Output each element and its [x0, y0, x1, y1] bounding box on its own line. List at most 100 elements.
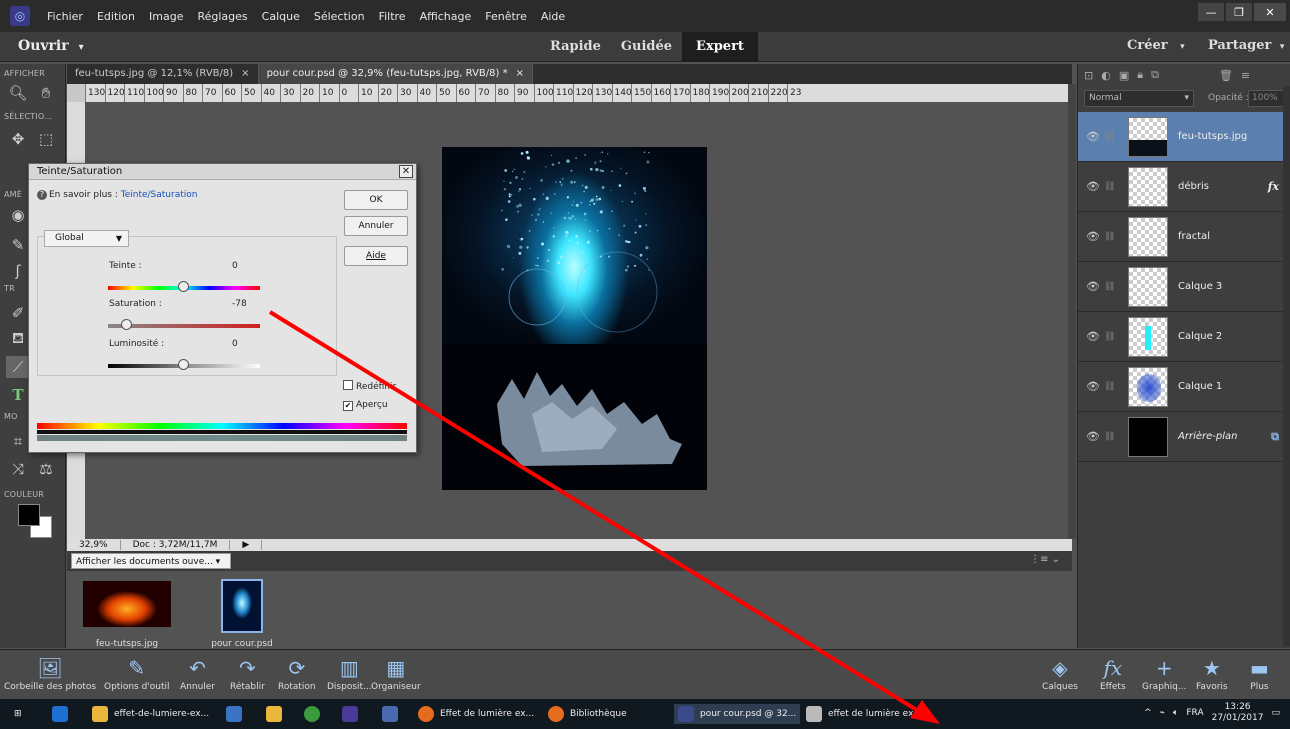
- menu-image[interactable]: Image: [142, 10, 190, 23]
- organizer-button[interactable]: ▦ Organiseur: [371, 654, 421, 692]
- network-icon[interactable]: ⌁: [1160, 708, 1165, 718]
- opacity-input[interactable]: 100%: [1248, 90, 1286, 107]
- channel-select[interactable]: Global ▼: [44, 230, 129, 247]
- cancel-button[interactable]: Annuler: [344, 216, 408, 236]
- trash-icon[interactable]: 🗑︎: [1219, 69, 1233, 82]
- eye-icon[interactable]: 👁︎: [1082, 330, 1104, 343]
- create-button[interactable]: Créer ▾: [1127, 38, 1185, 53]
- graphics-button[interactable]: + Graphiq...: [1142, 654, 1186, 692]
- layers-button[interactable]: ◈ Calques: [1042, 654, 1078, 692]
- hue-slider-knob[interactable]: [178, 281, 189, 292]
- move-tool-icon[interactable]: ✥: [6, 128, 30, 150]
- layout-button[interactable]: ▥ Disposit...: [327, 654, 372, 692]
- brush-enhance-tool-icon[interactable]: ✎: [6, 234, 30, 256]
- app-icon[interactable]: ◎: [10, 6, 30, 26]
- bin-menu-icon[interactable]: ⋮≡ ⌄: [1030, 554, 1060, 565]
- eye-icon[interactable]: 👁︎: [1082, 380, 1104, 393]
- preview-checkbox[interactable]: ✔ Aperçu: [343, 400, 388, 411]
- taskbar-app-1[interactable]: [52, 704, 74, 724]
- layer-row-feu-tutsps[interactable]: 👁︎ ⛓ feu-tutsps.jpg: [1078, 112, 1283, 162]
- adjustment-layer-icon[interactable]: ◐: [1101, 69, 1111, 82]
- more-button[interactable]: ▬ Plus: [1250, 654, 1269, 692]
- dialog-close-button[interactable]: ✕: [399, 165, 413, 178]
- menu-calque[interactable]: Calque: [255, 10, 307, 23]
- marquee-tool-icon[interactable]: ⬚: [34, 128, 58, 150]
- tray-chevron-icon[interactable]: ^: [1144, 708, 1152, 718]
- share-button[interactable]: Partager ▾: [1208, 38, 1284, 53]
- taskbar-photoshop[interactable]: pour cour.psd @ 32...: [674, 704, 801, 724]
- panel-menu-icon[interactable]: ≡: [1241, 69, 1250, 82]
- lock-icon[interactable]: 🔒︎: [1137, 68, 1143, 82]
- menu-edition[interactable]: Edition: [90, 10, 142, 23]
- link-icon[interactable]: ⛓: [1104, 282, 1116, 292]
- red-eye-tool-icon[interactable]: ◉: [6, 204, 30, 226]
- layer-row-fractal[interactable]: 👁︎ ⛓ fractal: [1078, 212, 1283, 262]
- link-icon[interactable]: ⛓: [1104, 432, 1116, 442]
- eye-icon[interactable]: 👁︎: [1082, 430, 1104, 443]
- lightness-value[interactable]: 0: [232, 339, 238, 349]
- layer-row-calque-1[interactable]: 👁︎ ⛓ Calque 1: [1078, 362, 1283, 412]
- eye-icon[interactable]: 👁︎: [1082, 230, 1104, 243]
- menu-aide[interactable]: Aide: [534, 10, 572, 23]
- tool-options-button[interactable]: ✎ Options d'outil: [104, 654, 170, 692]
- menu-reglages[interactable]: Réglages: [190, 10, 254, 23]
- help-button[interactable]: Aide: [344, 246, 408, 266]
- taskbar-archive[interactable]: effet de lumière ex...: [806, 704, 922, 724]
- learn-more-link[interactable]: Teinte/Saturation: [121, 190, 198, 200]
- mode-tab-rapide[interactable]: Rapide: [540, 32, 611, 62]
- eye-icon[interactable]: 👁︎: [1082, 280, 1104, 293]
- link-icon[interactable]: ⛓: [1104, 332, 1116, 342]
- undo-button[interactable]: ↶ Annuler: [180, 654, 215, 692]
- mask-icon[interactable]: ▣: [1119, 69, 1129, 82]
- favorites-button[interactable]: ★ Favoris: [1196, 654, 1228, 692]
- link-icon[interactable]: ⛓: [1104, 132, 1116, 142]
- new-layer-icon[interactable]: ⊡: [1084, 69, 1093, 82]
- link-icon[interactable]: ⛓: [1104, 232, 1116, 242]
- mode-tab-expert[interactable]: Expert: [682, 32, 758, 62]
- tab-pour-cour[interactable]: pour cour.psd @ 32,9% (feu-tutsps.jpg, R…: [258, 64, 533, 84]
- colorize-checkbox[interactable]: Redéfinir: [343, 380, 396, 392]
- locked-layer-icon[interactable]: ⧉: [1271, 430, 1279, 444]
- hand-tool-icon[interactable]: ✋︎: [34, 82, 58, 104]
- layer-row-arriere-plan[interactable]: 👁︎ ⛓ Arrière-plan ⧉: [1078, 412, 1283, 462]
- taskbar-app-2[interactable]: [226, 704, 248, 724]
- canvas-vertical-scrollbar[interactable]: [1068, 84, 1076, 539]
- mode-tab-guidee[interactable]: Guidée: [611, 32, 682, 62]
- photo-bin-button[interactable]: 🖼︎ Corbeille des photos: [4, 654, 96, 692]
- eye-icon[interactable]: 👁︎: [1082, 130, 1104, 143]
- menu-filtre[interactable]: Filtre: [372, 10, 413, 23]
- effects-button[interactable]: fx Effets: [1100, 654, 1126, 692]
- close-icon[interactable]: ×: [516, 68, 524, 79]
- status-menu-arrow-icon[interactable]: ▶: [230, 540, 263, 550]
- bin-thumb-feu[interactable]: feu-tutsps.jpg: [79, 581, 175, 649]
- close-window-button[interactable]: ✕: [1254, 3, 1286, 21]
- layer-row-calque-3[interactable]: 👁︎ ⛓ Calque 3: [1078, 262, 1283, 312]
- taskbar-folder[interactable]: effet-de-lumiere-ex...: [92, 704, 209, 724]
- saturation-slider-knob[interactable]: [121, 319, 132, 330]
- language-indicator[interactable]: FRA: [1186, 708, 1203, 718]
- volume-icon[interactable]: 🔈︎: [1173, 708, 1178, 718]
- eyedropper-tool-icon[interactable]: ⟋: [6, 356, 30, 378]
- minimize-button[interactable]: —: [1198, 3, 1224, 21]
- layer-row-calque-2[interactable]: 👁︎ ⛓ Calque 2: [1078, 312, 1283, 362]
- hue-value[interactable]: 0: [232, 261, 238, 271]
- fx-icon[interactable]: fx: [1268, 180, 1279, 193]
- recompose-tool-icon[interactable]: ⤨: [6, 458, 30, 480]
- bin-documents-select[interactable]: Afficher les documents ouve... ▾: [71, 553, 231, 569]
- zoom-tool-icon[interactable]: 🔍︎: [6, 82, 30, 104]
- taskbar-app-5[interactable]: [342, 704, 364, 724]
- bin-thumb-pour-cour[interactable]: pour cour.psd: [197, 579, 287, 649]
- lock-all-icon[interactable]: ⧉: [1151, 68, 1159, 82]
- foreground-color-swatch[interactable]: [18, 504, 40, 526]
- link-icon[interactable]: ⛓: [1104, 382, 1116, 392]
- link-icon[interactable]: ⛓: [1104, 182, 1116, 192]
- saturation-value[interactable]: -78: [232, 299, 247, 309]
- menu-affichage[interactable]: Affichage: [413, 10, 479, 23]
- straighten-tool-icon[interactable]: ⚖: [34, 458, 58, 480]
- menu-selection[interactable]: Sélection: [307, 10, 372, 23]
- redo-button[interactable]: ↷ Rétablir: [230, 654, 265, 692]
- ok-button[interactable]: OK: [344, 190, 408, 210]
- close-icon[interactable]: ×: [241, 68, 249, 79]
- paint-bucket-tool-icon[interactable]: ⛾: [6, 328, 30, 350]
- menu-fenetre[interactable]: Fenêtre: [478, 10, 534, 23]
